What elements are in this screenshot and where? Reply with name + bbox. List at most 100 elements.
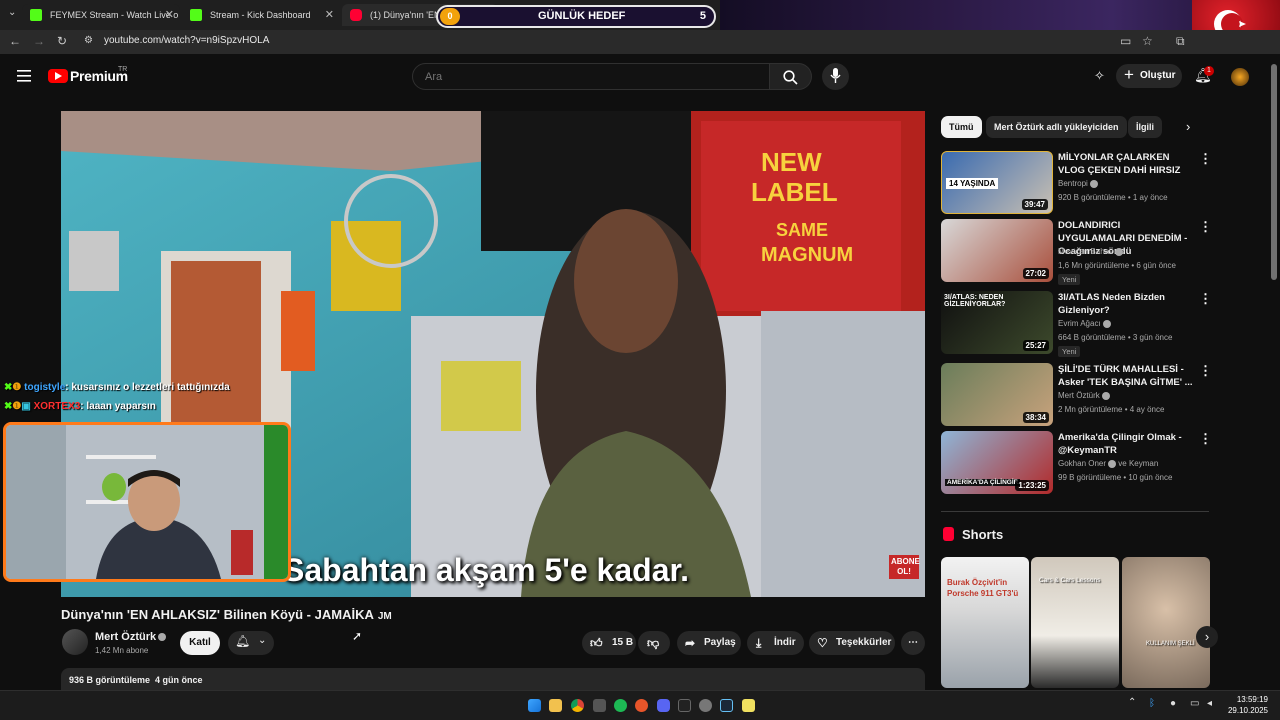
create-button[interactable]: Oluştur bbox=[1116, 63, 1182, 88]
verified-icon bbox=[158, 633, 167, 642]
subscription-bell-button[interactable]: 🔔︎ ⌄ bbox=[228, 631, 274, 655]
recommended-title[interactable]: 3I/ATLAS Neden Bizden Gizleniyor? bbox=[1058, 291, 1198, 317]
terminal-icon[interactable] bbox=[678, 699, 691, 712]
recommended-title[interactable]: MİLYONLAR ÇALARKEN VLOG ÇEKEN DAHİ HIRSI… bbox=[1058, 151, 1198, 177]
file-explorer-icon[interactable] bbox=[549, 699, 562, 712]
divider bbox=[941, 511, 1209, 512]
short-card[interactable]: Burak Özçivit'in Porsche 911 GT3'ü bbox=[941, 557, 1029, 688]
settings-icon[interactable] bbox=[699, 699, 712, 712]
menu-icon[interactable] bbox=[17, 70, 31, 82]
join-button[interactable]: Katıl bbox=[180, 631, 220, 655]
tab-menu-icon[interactable]: ⌄ bbox=[8, 7, 16, 18]
thanks-button[interactable]: ♡ Teşekkürler bbox=[809, 631, 895, 655]
more-vert-icon[interactable]: ⋮ bbox=[1199, 151, 1212, 167]
thumbs-up-icon: 👍︎ bbox=[590, 636, 603, 650]
shorts-next-button[interactable]: › bbox=[1196, 626, 1218, 648]
bluetooth-icon[interactable]: ᛒ bbox=[1149, 698, 1155, 709]
avatar[interactable] bbox=[1231, 68, 1249, 86]
search-input[interactable] bbox=[412, 63, 770, 90]
recommended-channel[interactable]: Gokhan Oner ve Keyman bbox=[1058, 459, 1158, 468]
channel-avatar[interactable] bbox=[62, 629, 88, 655]
tab-kick-dashboard[interactable]: Stream - Kick Dashboard ✕ bbox=[182, 4, 340, 26]
recommended-channel[interactable]: Evrim Ağacı bbox=[1058, 319, 1111, 328]
os-taskbar: ⌃ ᛒ ● ▭ ◂ 13:59:19 29.10.2025 bbox=[0, 690, 1280, 720]
search-button[interactable] bbox=[770, 63, 812, 90]
shorts-heading: Shorts bbox=[962, 527, 1004, 542]
system-clock[interactable]: 13:59:19 29.10.2025 bbox=[1228, 694, 1268, 716]
app-icon[interactable] bbox=[742, 699, 755, 712]
subscribe-watermark[interactable]: ABONE OL! bbox=[889, 555, 920, 579]
short-card[interactable]: Cars & Cars Lessons bbox=[1031, 557, 1119, 688]
more-vert-icon[interactable]: ⋮ bbox=[1199, 291, 1212, 307]
tab-feymex[interactable]: FEYMEX Stream - Watch Live o ✕ bbox=[22, 4, 180, 26]
recommended-channel[interactable]: Mert Öztürk bbox=[1058, 391, 1110, 400]
more-vert-icon[interactable]: ⋮ bbox=[1199, 431, 1212, 447]
recommended-video[interactable]: 27:02 DOLANDIRICI UYGULAMALARI DENEDİM -… bbox=[941, 219, 1212, 285]
short-caption: Burak Özçivit'in Porsche 911 GT3'ü bbox=[947, 578, 1019, 598]
video-thumbnail[interactable]: 38:34 bbox=[941, 363, 1053, 426]
chrome-icon[interactable] bbox=[571, 699, 584, 712]
more-actions-button[interactable]: ⋯ bbox=[901, 631, 925, 655]
video-thumbnail[interactable]: 27:02 bbox=[941, 219, 1053, 282]
back-icon[interactable]: ← bbox=[9, 34, 21, 48]
close-icon[interactable]: ✕ bbox=[325, 4, 334, 26]
recommended-video[interactable]: AMERİKA'DA ÇİLİNGİR 1:23:25 Amerika'da Ç… bbox=[941, 431, 1212, 495]
recommended-video[interactable]: 38:34 ŞİLİ'DE TÜRK MAHALLESİ - Asker 'TE… bbox=[941, 363, 1212, 427]
url-field[interactable]: ⚙ youtube.com/watch?v=n9iSpzvHOLA bbox=[78, 33, 1178, 51]
chat-badge-icon: ▣ bbox=[21, 401, 31, 412]
recommended-meta: 2 Mn görüntüleme • 4 ay önce bbox=[1058, 405, 1165, 414]
share-icon: ➦ bbox=[685, 636, 696, 650]
recommended-title[interactable]: Amerika'da Çilingir Olmak - @KeymanTR bbox=[1058, 431, 1198, 457]
like-button[interactable]: 👍︎ 15 B bbox=[582, 631, 636, 655]
recommended-meta: 664 B görüntüleme • 3 gün önce bbox=[1058, 333, 1173, 342]
short-caption: Cars & Cars Lessons bbox=[1039, 577, 1101, 584]
verified-icon bbox=[1089, 179, 1098, 188]
verified-icon bbox=[1101, 391, 1110, 400]
super-thanks-icon: ♡ bbox=[817, 636, 828, 650]
app-icon[interactable] bbox=[593, 699, 606, 712]
chip-related[interactable]: İlgili bbox=[1128, 116, 1162, 138]
chat-username: togistyle bbox=[24, 382, 66, 393]
recommended-video[interactable]: 14 YAŞINDA 39:47 MİLYONLAR ÇALARKEN VLOG… bbox=[941, 151, 1212, 215]
chevron-right-icon[interactable]: › bbox=[1186, 119, 1190, 134]
recommended-channel[interactable]: Mevtcan Bahav bbox=[1058, 247, 1124, 256]
video-thumbnail[interactable]: 3I/ATLAS: NEDEN GİZLENİYORLAR? 25:27 bbox=[941, 291, 1053, 354]
steam-icon[interactable] bbox=[720, 699, 733, 712]
goal-target: 5 bbox=[699, 10, 706, 22]
recommended-video[interactable]: 3I/ATLAS: NEDEN GİZLENİYORLAR? 25:27 3I/… bbox=[941, 291, 1212, 357]
streamer-webcam bbox=[3, 422, 291, 582]
site-info-icon[interactable]: ⚙ bbox=[84, 35, 93, 46]
description-box[interactable]: 936 B görüntüleme 4 gün önce bbox=[61, 668, 925, 690]
chip-from-uploader[interactable]: Mert Öztürk adlı yükleyiciden bbox=[986, 116, 1127, 138]
display-icon[interactable]: ▭ bbox=[1190, 698, 1199, 709]
microphone-icon[interactable]: ● bbox=[1170, 698, 1176, 709]
chip-all[interactable]: Tümü bbox=[941, 116, 982, 138]
close-icon[interactable]: ✕ bbox=[165, 4, 174, 26]
short-card[interactable]: KULLANIM ŞEKLİ bbox=[1122, 557, 1210, 688]
cast-sparkle-icon[interactable]: ✧ bbox=[1094, 68, 1105, 84]
more-vert-icon[interactable]: ⋮ bbox=[1199, 363, 1212, 379]
volume-icon[interactable]: ◂ bbox=[1207, 698, 1212, 709]
recommended-title[interactable]: ŞİLİ'DE TÜRK MAHALLESİ - Asker 'TEK BAŞI… bbox=[1058, 363, 1198, 389]
video-thumbnail[interactable]: AMERİKA'DA ÇİLİNGİR 1:23:25 bbox=[941, 431, 1053, 494]
dislike-button[interactable]: 👎︎ bbox=[638, 631, 670, 655]
video-thumbnail[interactable]: 14 YAŞINDA 39:47 bbox=[941, 151, 1053, 214]
page-scrollbar[interactable] bbox=[1271, 64, 1277, 280]
tray-chevron-icon[interactable]: ⌃ bbox=[1128, 697, 1136, 708]
discord-icon[interactable] bbox=[657, 699, 670, 712]
cast-icon[interactable]: ▭ bbox=[1120, 34, 1131, 48]
obs-icon[interactable] bbox=[635, 699, 648, 712]
more-vert-icon[interactable]: ⋮ bbox=[1199, 219, 1212, 235]
spotify-icon[interactable] bbox=[614, 699, 627, 712]
reload-icon[interactable]: ↻ bbox=[57, 34, 67, 48]
share-button[interactable]: ➦ Paylaş bbox=[677, 631, 741, 655]
forward-icon[interactable]: → bbox=[33, 34, 45, 48]
recommended-channel[interactable]: Bentropi bbox=[1058, 179, 1098, 188]
extensions-icon[interactable]: ⧉ bbox=[1176, 34, 1185, 49]
duration-badge: 39:47 bbox=[1021, 199, 1048, 210]
channel-name[interactable]: Mert Öztürk bbox=[95, 631, 167, 643]
windows-start-icon[interactable] bbox=[528, 699, 541, 712]
bookmark-star-icon[interactable]: ☆ bbox=[1142, 34, 1153, 48]
voice-search-button[interactable] bbox=[822, 63, 849, 90]
download-button[interactable]: ⤓ İndir bbox=[747, 631, 804, 655]
